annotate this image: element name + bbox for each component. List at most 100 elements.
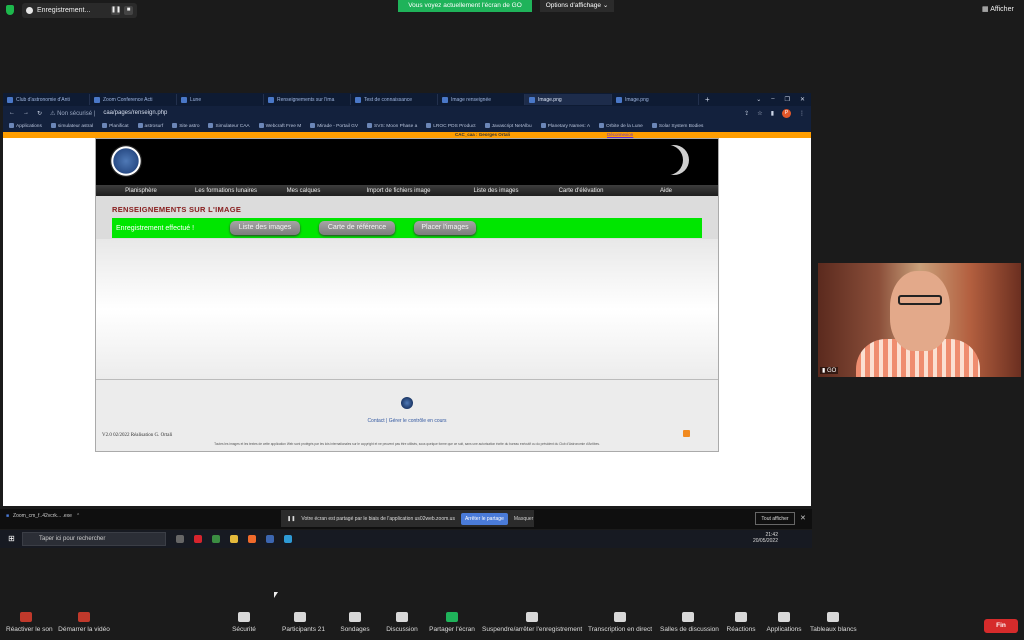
apps-button[interactable]: Applications [766,612,802,633]
live-transcript-button[interactable]: Transcription en direct [588,612,652,633]
bookmark-item[interactable]: Javascript NetAlbu [485,123,532,129]
back-icon[interactable]: ← [9,110,15,116]
zoom-file-icon: ■ [6,513,10,519]
folder-icon[interactable] [230,535,238,543]
polls-button[interactable]: Sondages [340,612,370,633]
participant-name: ▮ GO [820,367,839,374]
bookmark-item[interactable]: astrosurf [138,123,164,129]
breakout-rooms-button[interactable]: Salles de discussion [660,612,719,633]
show-all-button[interactable]: Tout afficher [755,512,795,525]
bookmark-item[interactable]: Site astro [172,123,199,129]
favicon-icon [268,96,274,103]
end-meeting-button[interactable]: Fin [984,619,1018,633]
close-icon[interactable]: ✕ [800,514,806,522]
nav-item-calques[interactable]: Mes calques [266,188,341,194]
stop-icon[interactable]: ■ [124,6,133,15]
bookmark-item[interactable]: Webcraft Free M [259,123,302,129]
star-icon[interactable]: ☆ [757,110,762,117]
shield-icon [238,612,250,622]
edge-icon[interactable] [284,535,292,543]
whiteboards-button[interactable]: Tableaux blancs [810,612,857,633]
chevron-up-icon[interactable]: ⌃ [76,513,80,519]
tab-active[interactable]: Image.png [525,94,612,105]
tab[interactable]: Zoom Conference Acti [90,94,177,105]
tab[interactable]: Test de connaissance [351,94,438,105]
nav-item-formations[interactable]: Les formations lunaires [186,188,266,194]
tab[interactable]: Lune [177,94,264,105]
forward-icon[interactable]: → [23,110,29,116]
view-options-button[interactable]: Options d'affichage ⌄ [540,0,614,12]
list-images-button[interactable]: Liste des images [230,221,300,235]
footer-links[interactable]: Contact | Gérer le contrôle en cours [96,418,718,424]
firefox-icon[interactable] [248,535,256,543]
status-bar: Enregistrement effectué ! Liste des imag… [112,218,702,238]
nav-item-aide[interactable]: Aide [626,188,706,194]
site-banner [96,139,718,185]
bookmark-item[interactable]: Planificat [102,123,128,129]
menu-icon[interactable]: ⋮ [799,110,805,117]
reactions-button[interactable]: Réactions [726,612,756,633]
rss-icon[interactable] [683,430,690,437]
task-view-icon[interactable] [176,535,184,543]
minimize-icon[interactable]: – [771,96,774,103]
bookmark-item[interactable]: Simulateur CAA [208,123,249,129]
download-item[interactable]: ■ Zoom_cm_f..42vcrk... .exe ⌃ [6,513,80,519]
zoom-controls: Réactiver le son Démarrer la vidéo Sécur… [0,606,1024,640]
favicon-icon [442,96,448,103]
show-button[interactable]: ▦ Afficher [982,5,1014,13]
taskbar-search-input[interactable]: Taper ici pour rechercher [22,532,166,546]
unmute-button[interactable]: Réactiver le son [6,612,53,633]
chevron-down-icon[interactable]: ⌄ [756,96,761,103]
video-off-icon [78,612,90,622]
nav-item-carte-elevation[interactable]: Carte d'élévation [536,188,626,194]
chrome-icon[interactable] [212,535,220,543]
nav-item-liste-images[interactable]: Liste des images [456,188,536,194]
recording-indicator[interactable]: Enregistrement... ❚❚ ■ [22,3,137,18]
bookmark-item[interactable]: Solar System Bodies [652,123,704,129]
hide-button[interactable]: Masquer [514,516,533,522]
bookmark-item[interactable]: Mirade - Portail GV [310,123,358,129]
tab[interactable]: Image renseignée [438,94,525,105]
tab[interactable]: Image.png [612,94,699,105]
avatar[interactable]: P [782,108,791,118]
participants-button[interactable]: Participants 21 [282,612,325,633]
bookmark-item[interactable]: LROC PDS Product [426,123,475,129]
bookmark-item[interactable]: SVS: Moon Phase a [367,123,417,129]
close-icon[interactable]: ✕ [800,96,805,103]
new-tab-icon[interactable]: + [699,95,710,104]
cc-icon [614,612,626,622]
share-screen-icon [446,612,458,622]
bookmark-item[interactable]: Planetary Names: A [541,123,590,129]
nav-item-planisphere[interactable]: Planisphère [96,188,186,194]
bookmark-item[interactable]: Applications [9,123,42,129]
nav-item-import[interactable]: Import de fichiers image [341,188,456,194]
sidebar-icon[interactable]: ▮ [771,110,774,117]
mic-muted-icon [20,612,32,622]
maximize-icon[interactable]: ❐ [785,96,790,103]
place-images-button[interactable]: Placer l'images [414,221,476,235]
tab[interactable]: Renseignements sur l'ima [264,94,351,105]
tab[interactable]: Club d'astronomie d'Anti [3,94,90,105]
notepad-icon[interactable] [266,535,274,543]
bookmark-item[interactable]: Orbite de la Lune [599,123,643,129]
reload-icon[interactable]: ↻ [37,110,42,117]
security-button[interactable]: Sécurité [228,612,260,633]
bookmarks-bar: Applications simulateur astral Planifica… [3,120,811,132]
url-field[interactable]: caa/pages/renseign.php [103,110,167,116]
club-logo-icon[interactable] [110,145,142,177]
stop-sharing-button[interactable]: Arrêter le partage [460,512,508,525]
zoom-top-bar: Enregistrement... ❚❚ ■ Vous voyez actuel… [0,0,1024,22]
taskbar-clock[interactable]: 21:42 20/05/2022 [753,532,778,544]
bookmark-item[interactable]: simulateur astral [51,123,93,129]
pause-recording-button[interactable]: Suspendre/arrêter l'enregistrement [482,612,582,633]
participant-video[interactable]: ▮ GO [818,263,1021,377]
share-screen-button[interactable]: Partager l'écran [428,612,476,633]
insecure-label[interactable]: ⚠ Non sécurisé | [50,110,95,117]
reference-map-button[interactable]: Carte de référence [319,221,395,235]
start-video-button[interactable]: Démarrer la vidéo [56,612,112,633]
windows-start-icon[interactable]: ⊞ [8,534,15,543]
opera-icon[interactable] [194,535,202,543]
pause-icon[interactable]: ❚❚ [111,6,121,15]
share-icon[interactable]: ⇪ [744,110,749,117]
chat-button[interactable]: Discussion [385,612,419,633]
